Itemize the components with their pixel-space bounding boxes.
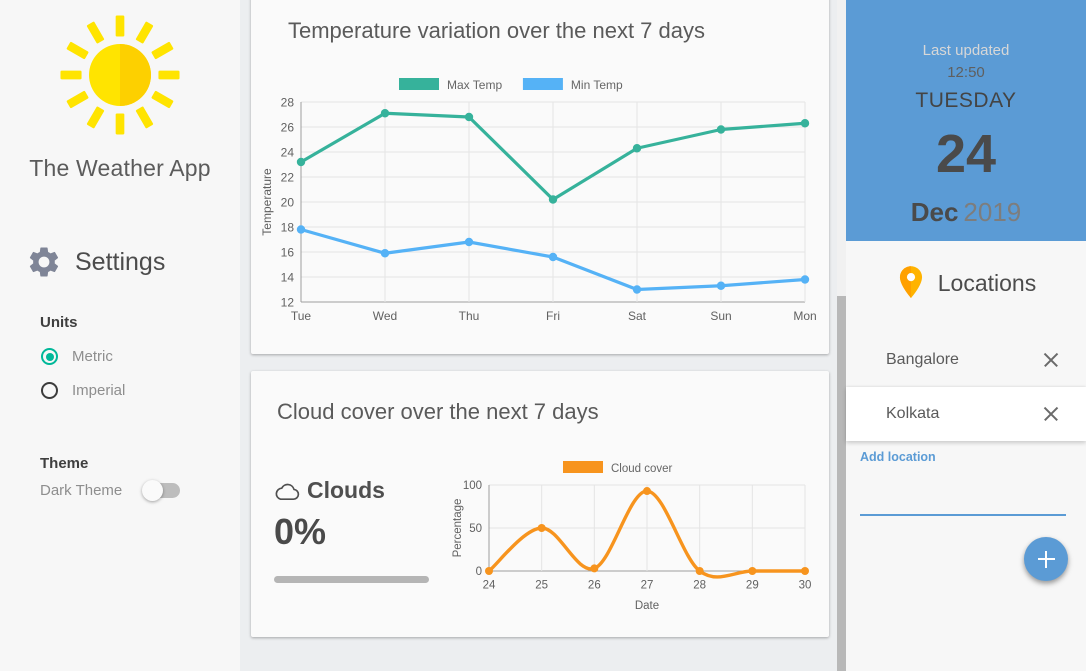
clouds-percentage-value: 0%	[274, 511, 327, 552]
svg-text:Tue: Tue	[291, 309, 312, 323]
location-row-bangalore[interactable]: Bangalore	[846, 333, 1086, 387]
cloud-icon	[275, 483, 300, 500]
add-location-label: Add location	[860, 450, 936, 464]
date-card: Last updated 12:50 TUESDAY 24 Dec 2019	[846, 0, 1086, 241]
svg-text:Thu: Thu	[459, 309, 480, 323]
svg-text:18: 18	[281, 220, 295, 234]
units-section-label: Units	[40, 314, 78, 331]
right-panel: Last updated 12:50 TUESDAY 24 Dec 2019 Lo…	[846, 0, 1086, 671]
temperature-chart: Max Temp Min Temp 12 14 16 18 20 22 24 26 28 Tue Wed…	[260, 78, 817, 323]
location-row-kolkata[interactable]: Kolkata	[846, 387, 1086, 441]
toggle-knob	[142, 480, 163, 501]
temperature-card: Temperature variation over the next 7 da…	[251, 0, 829, 354]
svg-text:22: 22	[281, 170, 295, 184]
remove-location-icon[interactable]	[1042, 351, 1060, 369]
svg-text:100: 100	[463, 480, 482, 492]
sun-icon	[60, 15, 180, 135]
svg-text:27: 27	[641, 580, 654, 592]
svg-text:12: 12	[281, 295, 295, 309]
svg-text:28: 28	[281, 95, 295, 109]
locations-header: Locations	[846, 265, 1086, 301]
plus-icon	[1037, 550, 1055, 568]
svg-text:30: 30	[799, 580, 812, 592]
day-name: TUESDAY	[915, 89, 1017, 112]
locations-list: Bangalore Kolkata	[846, 333, 1086, 441]
app-title: The Weather App	[29, 155, 211, 181]
svg-text:29: 29	[746, 580, 759, 592]
radio-option-imperial[interactable]: Imperial	[0, 382, 240, 399]
radio-metric-label: Metric	[72, 348, 113, 365]
radio-imperial-icon[interactable]	[41, 382, 58, 399]
clouds-progress-bar	[274, 576, 429, 583]
month-label: Dec	[910, 197, 959, 227]
svg-text:Wed: Wed	[373, 309, 397, 323]
settings-header: Settings	[0, 244, 240, 280]
svg-text:24: 24	[281, 145, 295, 159]
main-scrollbar-thumb[interactable]	[837, 296, 846, 671]
svg-text:16: 16	[281, 245, 295, 259]
locations-title: Locations	[937, 269, 1037, 296]
last-updated-time: 12:50	[947, 64, 985, 81]
cloud-cover-chart: Cloud cover 0 50 100 24 25 26 27 28 29 30 Percentag…	[452, 461, 812, 611]
svg-text:Sun: Sun	[710, 309, 731, 323]
theme-section-label: Theme	[40, 455, 89, 472]
svg-text:0: 0	[476, 566, 482, 578]
add-location-fab-button[interactable]	[1024, 537, 1068, 581]
settings-title: Settings	[75, 247, 166, 276]
dark-theme-label: Dark Theme	[40, 482, 123, 499]
radio-option-metric[interactable]: Metric	[0, 348, 240, 365]
dark-theme-row: Dark Theme	[0, 480, 240, 501]
last-updated-label: Last updated	[922, 42, 1010, 59]
radio-imperial-label: Imperial	[72, 382, 126, 399]
cloud-card-title: Cloud cover over the next 7 days	[277, 399, 599, 424]
svg-text:Temperature: Temperature	[260, 168, 274, 236]
add-location-input[interactable]	[860, 496, 1066, 516]
year-label: 2019	[963, 197, 1022, 227]
main-content-area: Temperature variation over the next 7 da…	[240, 0, 846, 671]
svg-text:20: 20	[281, 195, 295, 209]
svg-text:Min Temp: Min Temp	[571, 78, 623, 92]
cloud-cover-card: Cloud cover over the next 7 days Clouds …	[251, 371, 829, 637]
month-year: Dec 2019	[911, 197, 1022, 228]
svg-text:26: 26	[588, 580, 601, 592]
main-scrollbar-track[interactable]	[837, 0, 846, 671]
app-logo	[50, 5, 190, 145]
svg-text:26: 26	[281, 120, 295, 134]
svg-text:25: 25	[535, 580, 548, 592]
svg-text:Max Temp: Max Temp	[447, 78, 502, 92]
radio-metric-icon[interactable]	[41, 348, 58, 365]
day-number: 24	[935, 124, 997, 184]
map-pin-icon	[899, 266, 922, 298]
svg-text:50: 50	[469, 523, 482, 535]
dark-theme-toggle[interactable]	[142, 480, 180, 501]
clouds-label: Clouds	[307, 477, 385, 503]
svg-text:Mon: Mon	[793, 309, 816, 323]
svg-text:24: 24	[483, 580, 496, 592]
svg-text:14: 14	[281, 270, 295, 284]
svg-text:Cloud cover: Cloud cover	[611, 463, 673, 475]
gear-icon	[29, 247, 59, 277]
location-name: Bangalore	[886, 351, 959, 368]
location-name: Kolkata	[886, 405, 940, 422]
add-location-group: Add location	[846, 450, 1086, 516]
svg-text:Sat: Sat	[628, 309, 647, 323]
clouds-summary: Clouds 0%	[274, 477, 429, 583]
temperature-card-title: Temperature variation over the next 7 da…	[288, 18, 706, 43]
svg-text:Percentage: Percentage	[452, 499, 464, 558]
weather-app-window: The Weather App Settings Units Metric Im…	[0, 0, 1086, 671]
left-sidebar: The Weather App Settings Units Metric Im…	[0, 0, 240, 671]
svg-text:Fri: Fri	[546, 309, 560, 323]
remove-location-icon[interactable]	[1042, 405, 1060, 423]
svg-text:28: 28	[693, 580, 706, 592]
svg-text:Date: Date	[635, 600, 659, 611]
